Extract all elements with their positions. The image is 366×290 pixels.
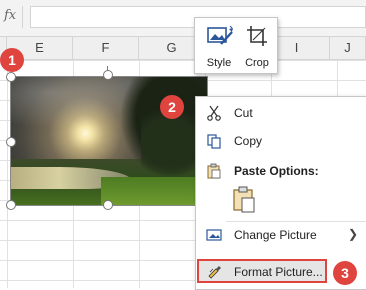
copy-icon: [207, 134, 221, 149]
column-headers: E F G H I J: [0, 37, 366, 60]
clipboard-icon: [207, 163, 221, 179]
fx-label[interactable]: fx: [4, 8, 16, 23]
change-picture-icon: [206, 229, 222, 241]
column-header-f[interactable]: F: [73, 37, 139, 59]
column-header-j[interactable]: J: [330, 37, 366, 59]
menu-item-cut[interactable]: Cut: [196, 102, 366, 124]
cut-label: Cut: [234, 106, 253, 120]
resize-handle-left[interactable]: [6, 137, 16, 147]
step-marker-3: 3: [333, 261, 357, 285]
style-label: Style: [206, 57, 232, 69]
menu-item-paste-options: Paste Options:: [196, 160, 366, 182]
step-marker-2: 2: [160, 95, 184, 119]
formula-separator: [22, 6, 23, 28]
chevron-right-icon: ❯: [347, 227, 358, 241]
menu-item-change-picture[interactable]: Change Picture ❯: [196, 224, 366, 246]
scissors-icon: [207, 105, 221, 121]
format-picture-label: Format Picture...: [234, 265, 323, 279]
resize-handle-top-left[interactable]: [6, 72, 16, 82]
format-picture-icon: [208, 266, 221, 279]
resize-handle-bottom[interactable]: [103, 200, 113, 210]
crop-icon: [247, 26, 267, 46]
menu-item-format-picture[interactable]: Format Picture...: [197, 259, 327, 283]
style-icon: [207, 25, 233, 45]
menu-separator: [226, 221, 366, 222]
mini-toolbar: Style Crop: [194, 17, 278, 74]
copy-label: Copy: [234, 134, 263, 148]
paste-option-keep-formatting[interactable]: [230, 185, 260, 215]
menu-item-copy[interactable]: Copy: [196, 130, 366, 152]
selected-picture[interactable]: [10, 76, 208, 206]
picture-grass: [101, 177, 207, 205]
change-picture-label: Change Picture: [234, 228, 317, 242]
clipboard-paste-icon: [233, 186, 255, 213]
rotate-handle[interactable]: [103, 70, 113, 80]
formula-bar: fx: [0, 0, 366, 37]
crop-label: Crop: [245, 57, 269, 69]
style-button[interactable]: Style: [199, 18, 239, 73]
paste-options-label: Paste Options:: [234, 164, 319, 178]
resize-handle-bottom-left[interactable]: [6, 200, 16, 210]
step-marker-1: 1: [0, 48, 24, 72]
crop-button[interactable]: Crop: [239, 18, 275, 73]
